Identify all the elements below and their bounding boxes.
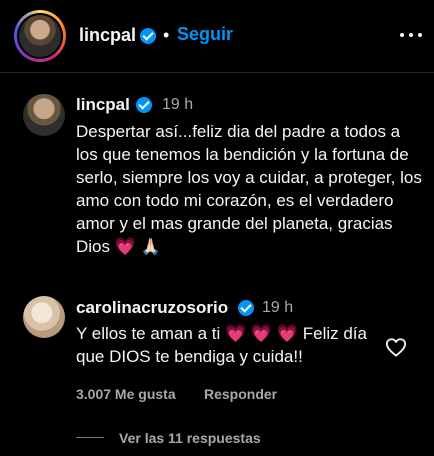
caption-text: Despertar así...feliz dia del padre a to…: [76, 120, 426, 259]
comment-text-before: Y ellos te aman a ti: [76, 324, 221, 343]
verified-badge-icon: [238, 300, 254, 316]
replies-divider: [76, 437, 104, 438]
heart-emoji-icon: 💗: [250, 324, 273, 343]
caption-timestamp: 19 h: [162, 96, 194, 113]
like-heart-icon[interactable]: [385, 337, 407, 357]
heart-emoji-icon: 💗: [225, 324, 247, 343]
caption-author-avatar[interactable]: [23, 94, 65, 136]
heart-emoji-icon: 💗: [114, 237, 136, 256]
verified-badge-icon: [136, 97, 152, 113]
follow-button[interactable]: Seguir: [177, 24, 233, 45]
caption-body: Despertar así...feliz dia del padre a to…: [76, 122, 422, 256]
comment-text: Y ellos te aman a ti 💗 💗 💗 Feliz día que…: [76, 322, 376, 368]
separator-dot: •: [163, 25, 170, 45]
heart-emoji-icon: 💗: [276, 324, 298, 343]
view-replies-button[interactable]: Ver las 11 respuestas: [119, 430, 261, 446]
praying-hands-emoji-icon: 🙏🏻: [140, 239, 161, 256]
commenter-avatar[interactable]: [23, 296, 65, 338]
reply-button[interactable]: Responder: [204, 386, 277, 402]
likes-count[interactable]: 3.007 Me gusta: [76, 386, 176, 402]
comment-username[interactable]: carolinacruzosorio: [76, 298, 228, 318]
avatar-photo: [19, 15, 61, 57]
more-options-icon[interactable]: [400, 27, 422, 43]
comment-timestamp: 19 h: [262, 299, 294, 316]
avatar-ring-inner: [17, 13, 63, 59]
author-username[interactable]: lincpal: [79, 25, 136, 46]
caption-username[interactable]: lincpal: [76, 95, 130, 115]
verified-badge-icon: [140, 28, 156, 44]
post-header: lincpal • Seguir: [0, 0, 434, 73]
author-avatar[interactable]: [14, 10, 66, 62]
